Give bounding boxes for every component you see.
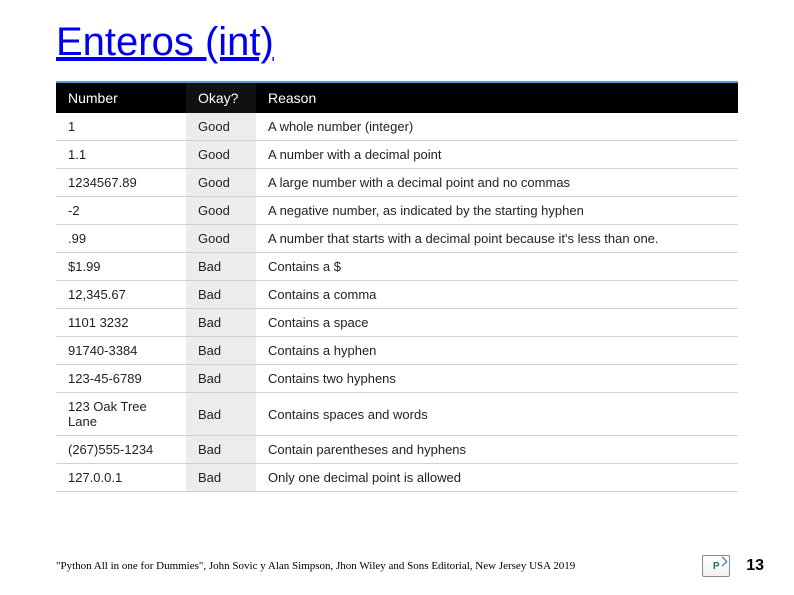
col-header-reason: Reason [256, 82, 738, 113]
cell-okay: Good [186, 169, 256, 197]
cell-reason: Contains spaces and words [256, 393, 738, 436]
cell-okay: Bad [186, 309, 256, 337]
cell-okay: Good [186, 141, 256, 169]
cell-number: 1101 3232 [56, 309, 186, 337]
cell-reason: A whole number (integer) [256, 113, 738, 141]
col-header-number: Number [56, 82, 186, 113]
cell-reason: Only one decimal point is allowed [256, 464, 738, 492]
cell-okay: Good [186, 225, 256, 253]
cell-number: 1 [56, 113, 186, 141]
cell-reason: Contains a space [256, 309, 738, 337]
cell-okay: Bad [186, 253, 256, 281]
table-row: 123 Oak Tree LaneBadContains spaces and … [56, 393, 738, 436]
page-number: 13 [746, 557, 764, 575]
footer-right: P 13 [702, 555, 764, 577]
table-row: 1101 3232BadContains a space [56, 309, 738, 337]
cell-number: (267)555-1234 [56, 436, 186, 464]
cell-number: 91740-3384 [56, 337, 186, 365]
cell-number: 127.0.0.1 [56, 464, 186, 492]
table-row: 12,345.67BadContains a comma [56, 281, 738, 309]
citation-text: "Python All in one for Dummies", John So… [56, 560, 575, 572]
cell-okay: Bad [186, 337, 256, 365]
cell-reason: Contain parentheses and hyphens [256, 436, 738, 464]
cell-okay: Good [186, 113, 256, 141]
table-row: 91740-3384BadContains a hyphen [56, 337, 738, 365]
cell-reason: Contains a hyphen [256, 337, 738, 365]
table-row: 127.0.0.1BadOnly one decimal point is al… [56, 464, 738, 492]
table-row: 1234567.89GoodA large number with a deci… [56, 169, 738, 197]
logo-icon: P [702, 555, 730, 577]
cell-reason: A negative number, as indicated by the s… [256, 197, 738, 225]
cell-okay: Bad [186, 393, 256, 436]
cell-okay: Bad [186, 436, 256, 464]
table-row: -2GoodA negative number, as indicated by… [56, 197, 738, 225]
table-row: (267)555-1234BadContain parentheses and … [56, 436, 738, 464]
table-row: 1.1GoodA number with a decimal point [56, 141, 738, 169]
table-row: $1.99BadContains a $ [56, 253, 738, 281]
cell-reason: Contains a $ [256, 253, 738, 281]
cell-number: .99 [56, 225, 186, 253]
cell-reason: A large number with a decimal point and … [256, 169, 738, 197]
number-format-table: Number Okay? Reason 1GoodA whole number … [56, 81, 738, 492]
table-header-row: Number Okay? Reason [56, 82, 738, 113]
table-row: 123-45-6789BadContains two hyphens [56, 365, 738, 393]
cell-okay: Bad [186, 365, 256, 393]
cell-number: -2 [56, 197, 186, 225]
table-row: .99GoodA number that starts with a decim… [56, 225, 738, 253]
cell-reason: Contains a comma [256, 281, 738, 309]
cell-number: 123-45-6789 [56, 365, 186, 393]
cell-okay: Bad [186, 464, 256, 492]
cell-number: 1.1 [56, 141, 186, 169]
cell-reason: A number with a decimal point [256, 141, 738, 169]
footer: "Python All in one for Dummies", John So… [56, 555, 764, 577]
logo-glyph: P [713, 561, 720, 572]
cell-okay: Good [186, 197, 256, 225]
cell-reason: Contains two hyphens [256, 365, 738, 393]
col-header-okay: Okay? [186, 82, 256, 113]
cell-number: $1.99 [56, 253, 186, 281]
page-title: Enteros (int) [56, 20, 738, 65]
cell-number: 12,345.67 [56, 281, 186, 309]
cell-reason: A number that starts with a decimal poin… [256, 225, 738, 253]
slide: Enteros (int) Number Okay? Reason 1GoodA… [0, 0, 794, 595]
cell-number: 123 Oak Tree Lane [56, 393, 186, 436]
cell-okay: Bad [186, 281, 256, 309]
table-row: 1GoodA whole number (integer) [56, 113, 738, 141]
cell-number: 1234567.89 [56, 169, 186, 197]
